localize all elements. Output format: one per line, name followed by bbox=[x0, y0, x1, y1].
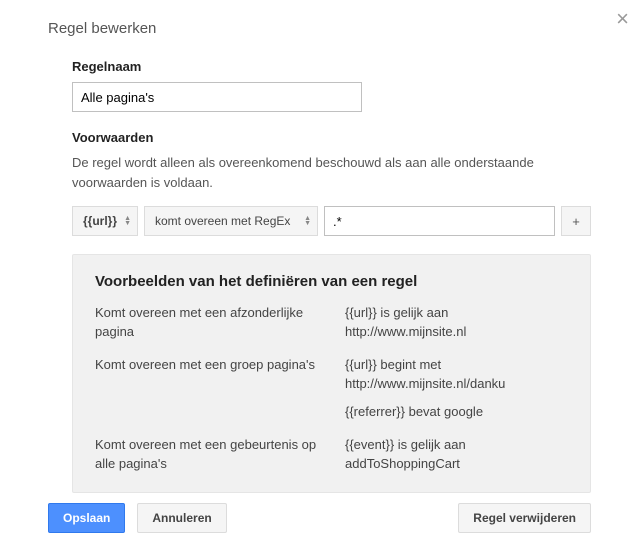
dialog-content: Regelnaam Voorwaarden De regel wordt all… bbox=[48, 59, 591, 493]
example-pattern-line: {{referrer}} bevat google bbox=[345, 403, 568, 422]
condition-operator-select[interactable]: komt overeen met RegEx ▲▼ bbox=[144, 206, 318, 236]
chevron-updown-icon: ▲▼ bbox=[304, 216, 311, 226]
example-pattern: {{url}} begint met http://www.mijnsite.n… bbox=[345, 356, 568, 423]
save-button[interactable]: Opslaan bbox=[48, 503, 125, 533]
conditions-description: De regel wordt alleen als overeenkomend … bbox=[72, 153, 591, 192]
conditions-label: Voorwaarden bbox=[72, 130, 591, 145]
condition-variable-value: {{url}} bbox=[83, 214, 117, 228]
example-description: Komt overeen met een gebeurtenis op alle… bbox=[95, 436, 345, 474]
example-row: Komt overeen met een groep pagina's {{ur… bbox=[95, 356, 568, 423]
delete-rule-button[interactable]: Regel verwijderen bbox=[458, 503, 591, 533]
rule-name-label: Regelnaam bbox=[72, 59, 591, 74]
example-description: Komt overeen met een groep pagina's bbox=[95, 356, 345, 423]
example-row: Komt overeen met een afzonderlijke pagin… bbox=[95, 304, 568, 342]
example-description: Komt overeen met een afzonderlijke pagin… bbox=[95, 304, 345, 342]
dialog-footer: Opslaan Annuleren Regel verwijderen bbox=[0, 483, 639, 553]
example-pattern: {{event}} is gelijk aan addToShoppingCar… bbox=[345, 436, 568, 474]
example-pattern: {{url}} is gelijk aan http://www.mijnsit… bbox=[345, 304, 568, 342]
condition-operator-value: komt overeen met RegEx bbox=[155, 214, 290, 228]
dialog-title: Regel bewerken bbox=[48, 20, 591, 37]
examples-panel: Voorbeelden van het definiëren van een r… bbox=[72, 254, 591, 493]
edit-rule-dialog: Regel bewerken Regelnaam Voorwaarden De … bbox=[0, 0, 639, 493]
example-row: Komt overeen met een gebeurtenis op alle… bbox=[95, 436, 568, 474]
condition-value-input[interactable] bbox=[324, 206, 555, 236]
example-pattern-line: {{event}} is gelijk aan addToShoppingCar… bbox=[345, 436, 568, 474]
examples-title: Voorbeelden van het definiëren van een r… bbox=[95, 273, 568, 290]
chevron-updown-icon: ▲▼ bbox=[124, 216, 131, 226]
cancel-button[interactable]: Annuleren bbox=[137, 503, 226, 533]
condition-variable-select[interactable]: {{url}} ▲▼ bbox=[72, 206, 138, 236]
condition-row: {{url}} ▲▼ komt overeen met RegEx ▲▼ + bbox=[72, 206, 591, 236]
example-pattern-line: {{url}} is gelijk aan http://www.mijnsit… bbox=[345, 304, 568, 342]
close-icon[interactable]: × bbox=[616, 6, 629, 32]
add-condition-button[interactable]: + bbox=[561, 206, 591, 236]
example-pattern-line: {{url}} begint met http://www.mijnsite.n… bbox=[345, 356, 568, 394]
rule-name-input[interactable] bbox=[72, 82, 362, 112]
